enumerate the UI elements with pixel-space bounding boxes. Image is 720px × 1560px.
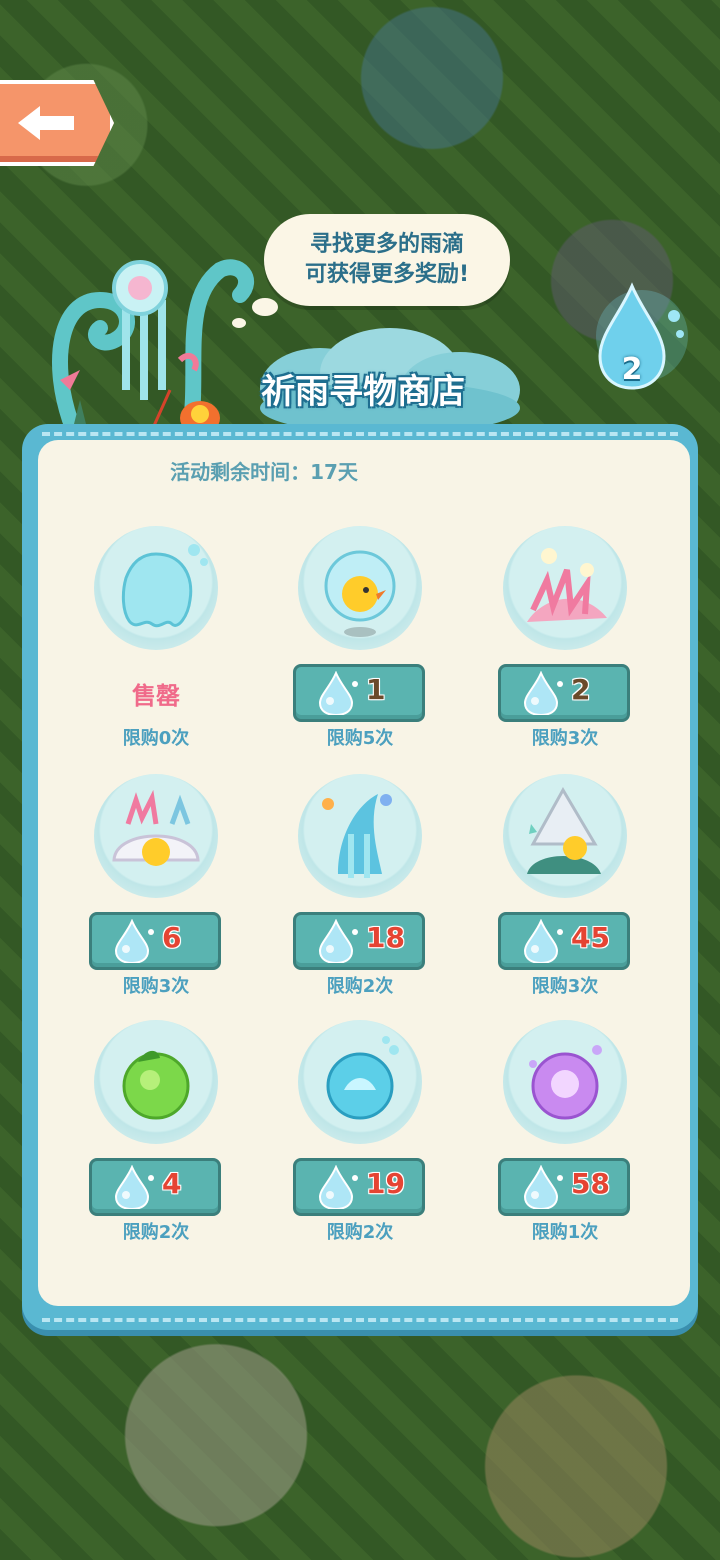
- raindrop-counter: 2: [592, 276, 692, 396]
- sparkle-icon: [148, 929, 154, 935]
- shop-item[interactable]: 售罄限购0次: [66, 526, 246, 756]
- price-value: 2: [571, 673, 591, 706]
- hint-line-1: 寻找更多的雨滴: [309, 232, 464, 257]
- price-value: 1: [366, 673, 386, 706]
- item-orb[interactable]: [503, 526, 627, 650]
- item-orb[interactable]: [503, 774, 627, 898]
- buy-button[interactable]: 4: [89, 1158, 221, 1216]
- water-fountain-icon: [322, 794, 392, 878]
- price-value: 19: [366, 1167, 405, 1200]
- item-orb[interactable]: [298, 774, 422, 898]
- raindrop-count: 2: [621, 352, 643, 387]
- purchase-limit: 限购2次: [326, 1222, 394, 1243]
- buy-button[interactable]: 6: [89, 912, 221, 970]
- back-arrow-icon: [18, 106, 74, 140]
- raindrop-icon: [318, 918, 354, 965]
- conch-shell-icon: [527, 786, 601, 874]
- shop-item[interactable]: 4 限购2次: [66, 1020, 246, 1250]
- shop-item[interactable]: 45 限购3次: [475, 774, 655, 1004]
- purchase-limit: 限购1次: [531, 1222, 599, 1243]
- water-spirit-icon: [121, 544, 208, 628]
- sparkle-icon: [148, 1175, 154, 1181]
- back-button[interactable]: [0, 80, 114, 166]
- raindrop-icon: [523, 918, 559, 965]
- pearl-shell-icon: [112, 789, 200, 866]
- buy-button[interactable]: 2: [498, 664, 630, 722]
- purchase-limit: 限购2次: [326, 976, 394, 997]
- pink-coral-icon: [527, 548, 607, 622]
- item-orb[interactable]: [503, 1020, 627, 1144]
- sold-out-label: 售罄: [132, 682, 180, 710]
- blue-orb-icon: [326, 1036, 399, 1120]
- bubble-tail-dot: [252, 298, 278, 316]
- purchase-limit: 限购3次: [531, 728, 599, 749]
- purchase-limit: 限购2次: [122, 1222, 190, 1243]
- item-orb[interactable]: [94, 1020, 218, 1144]
- sparkle-icon: [557, 929, 563, 935]
- buy-button[interactable]: 18: [293, 912, 425, 970]
- price-value: 58: [571, 1167, 610, 1200]
- event-time-remaining: 活动剩余时间：17天: [170, 460, 358, 484]
- sparkle-icon: [352, 1175, 358, 1181]
- raindrop-icon: [114, 918, 150, 965]
- raindrop-icon: [523, 670, 559, 717]
- raindrop-icon: [318, 670, 354, 717]
- shop-item[interactable]: 58 限购1次: [475, 1020, 655, 1250]
- sparkle-icon: [557, 681, 563, 687]
- raindrop-icon: [114, 1164, 150, 1211]
- buy-button[interactable]: 19: [293, 1158, 425, 1216]
- buy-button[interactable]: 1: [293, 664, 425, 722]
- sparkle-icon: [557, 1175, 563, 1181]
- hint-speech-bubble: 寻找更多的雨滴 可获得更多奖励!: [264, 214, 510, 306]
- price-value: 18: [366, 921, 405, 954]
- item-orb[interactable]: [94, 526, 218, 650]
- item-orb[interactable]: [298, 526, 422, 650]
- purple-orb-icon: [529, 1045, 602, 1120]
- shop-item[interactable]: 6 限购3次: [66, 774, 246, 1004]
- hint-line-2: 可获得更多奖励!: [304, 262, 470, 287]
- shop-item[interactable]: 2 限购3次: [475, 526, 655, 756]
- purchase-limit: 限购0次: [122, 728, 190, 749]
- purchase-limit: 限购3次: [531, 976, 599, 997]
- raindrop-icon: [523, 1164, 559, 1211]
- shop-item[interactable]: 19 限购2次: [270, 1020, 450, 1250]
- sparkle-icon: [352, 929, 358, 935]
- shop-item[interactable]: 1 限购5次: [270, 526, 450, 756]
- chick-bubble-icon: [324, 550, 396, 637]
- purchase-limit: 限购5次: [326, 728, 394, 749]
- purchase-limit: 限购3次: [122, 976, 190, 997]
- green-orb-icon: [122, 1050, 190, 1120]
- item-orb[interactable]: [94, 774, 218, 898]
- price-value: 6: [162, 921, 182, 954]
- raindrop-icon: [318, 1164, 354, 1211]
- shop-title: 祈雨寻物商店: [261, 372, 465, 412]
- sparkle-icon: [352, 681, 358, 687]
- price-value: 45: [571, 921, 610, 954]
- buy-button[interactable]: 58: [498, 1158, 630, 1216]
- price-value: 4: [162, 1167, 182, 1200]
- buy-button[interactable]: 45: [498, 912, 630, 970]
- item-orb[interactable]: [298, 1020, 422, 1144]
- shop-item[interactable]: 18 限购2次: [270, 774, 450, 1004]
